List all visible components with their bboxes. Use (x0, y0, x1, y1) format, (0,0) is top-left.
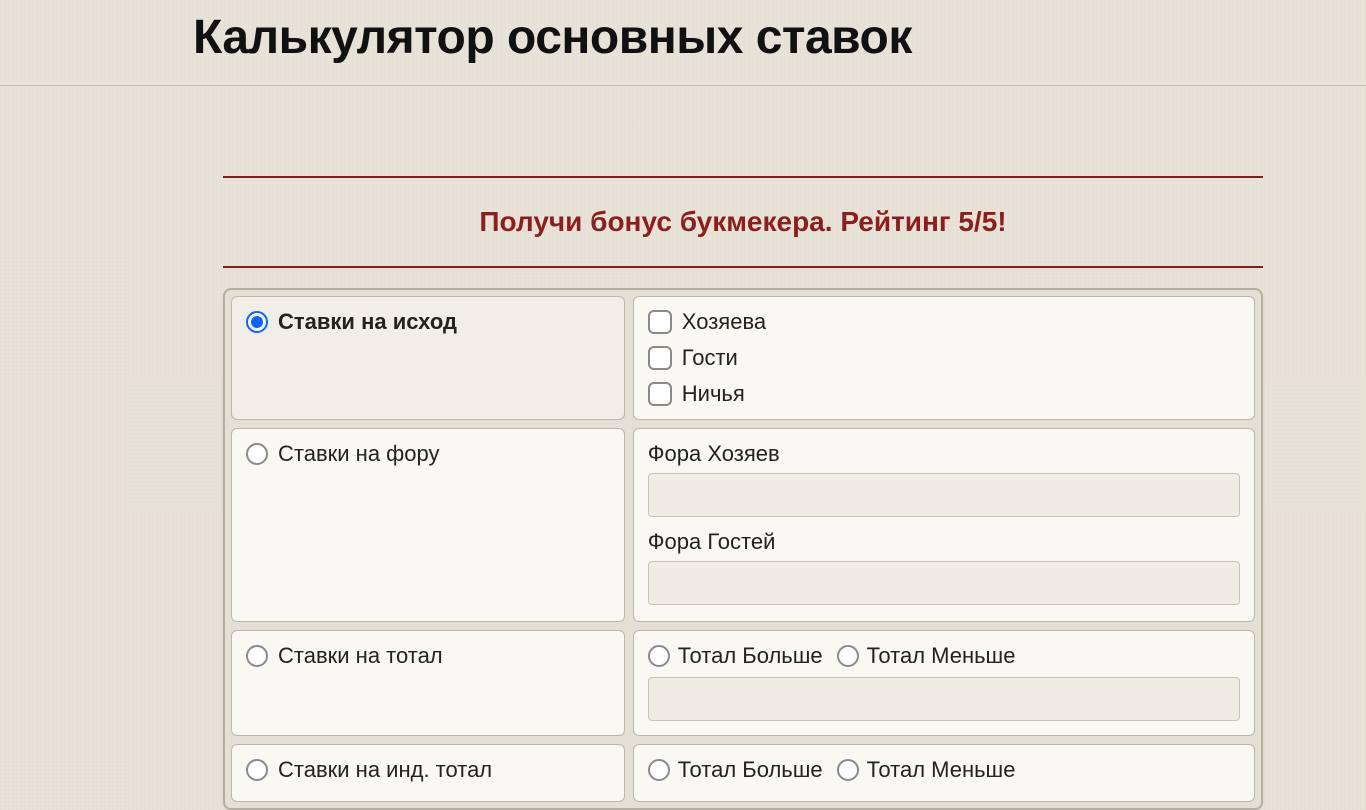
calculator-grid: Ставки на исход Хозяева Гости Н (231, 296, 1255, 802)
promo-link[interactable]: Получи бонус букмекера. Рейтинг 5/5! (223, 178, 1263, 266)
radio-handicap-label: Ставки на фору (278, 441, 440, 467)
promo-block: Получи бонус букмекера. Рейтинг 5/5! (223, 176, 1263, 268)
checkbox-away-label: Гости (682, 345, 738, 371)
main-container: Получи бонус букмекера. Рейтинг 5/5! Ста… (63, 176, 1303, 810)
radio-total-over-label: Тотал Больше (678, 643, 823, 669)
outcome-options: Хозяева Гости Ничья (633, 296, 1255, 420)
handicap-away-input[interactable] (648, 561, 1240, 605)
promo-rule-bottom (223, 266, 1263, 268)
title-separator (0, 85, 1366, 86)
radio-total-label: Ставки на тотал (278, 643, 443, 669)
total-options: Тотал Больше Тотал Меньше (633, 630, 1255, 736)
checkbox-away[interactable] (648, 346, 672, 370)
total-value-input[interactable] (648, 677, 1240, 721)
bet-type-outcome[interactable]: Ставки на исход (231, 296, 625, 420)
handicap-home-input[interactable] (648, 473, 1240, 517)
calculator-panel: Ставки на исход Хозяева Гости Н (223, 288, 1263, 810)
radio-ind-total-under[interactable] (837, 759, 859, 781)
radio-ind-total-label: Ставки на инд. тотал (278, 757, 492, 783)
checkbox-draw[interactable] (648, 382, 672, 406)
bet-type-ind-total[interactable]: Ставки на инд. тотал (231, 744, 625, 802)
content-container: Калькулятор основных ставок (63, 0, 1303, 85)
page-title: Калькулятор основных ставок (183, 0, 1303, 85)
radio-ind-total-under-label: Тотал Меньше (867, 757, 1016, 783)
bet-type-handicap[interactable]: Ставки на фору (231, 428, 625, 622)
radio-outcome-label: Ставки на исход (278, 309, 457, 335)
radio-outcome[interactable] (246, 311, 268, 333)
radio-ind-total-over[interactable] (648, 759, 670, 781)
checkbox-home-label: Хозяева (682, 309, 766, 335)
handicap-home-label: Фора Хозяев (648, 441, 1240, 467)
radio-ind-total[interactable] (246, 759, 268, 781)
handicap-fields: Фора Хозяев Фора Гостей (633, 428, 1255, 622)
radio-total[interactable] (246, 645, 268, 667)
radio-total-under[interactable] (837, 645, 859, 667)
handicap-away-label: Фора Гостей (648, 529, 1240, 555)
radio-ind-total-over-label: Тотал Больше (678, 757, 823, 783)
checkbox-home[interactable] (648, 310, 672, 334)
radio-total-under-label: Тотал Меньше (867, 643, 1016, 669)
checkbox-draw-label: Ничья (682, 381, 745, 407)
radio-total-over[interactable] (648, 645, 670, 667)
radio-handicap[interactable] (246, 443, 268, 465)
ind-total-options: Тотал Больше Тотал Меньше (633, 744, 1255, 802)
bet-type-total[interactable]: Ставки на тотал (231, 630, 625, 736)
